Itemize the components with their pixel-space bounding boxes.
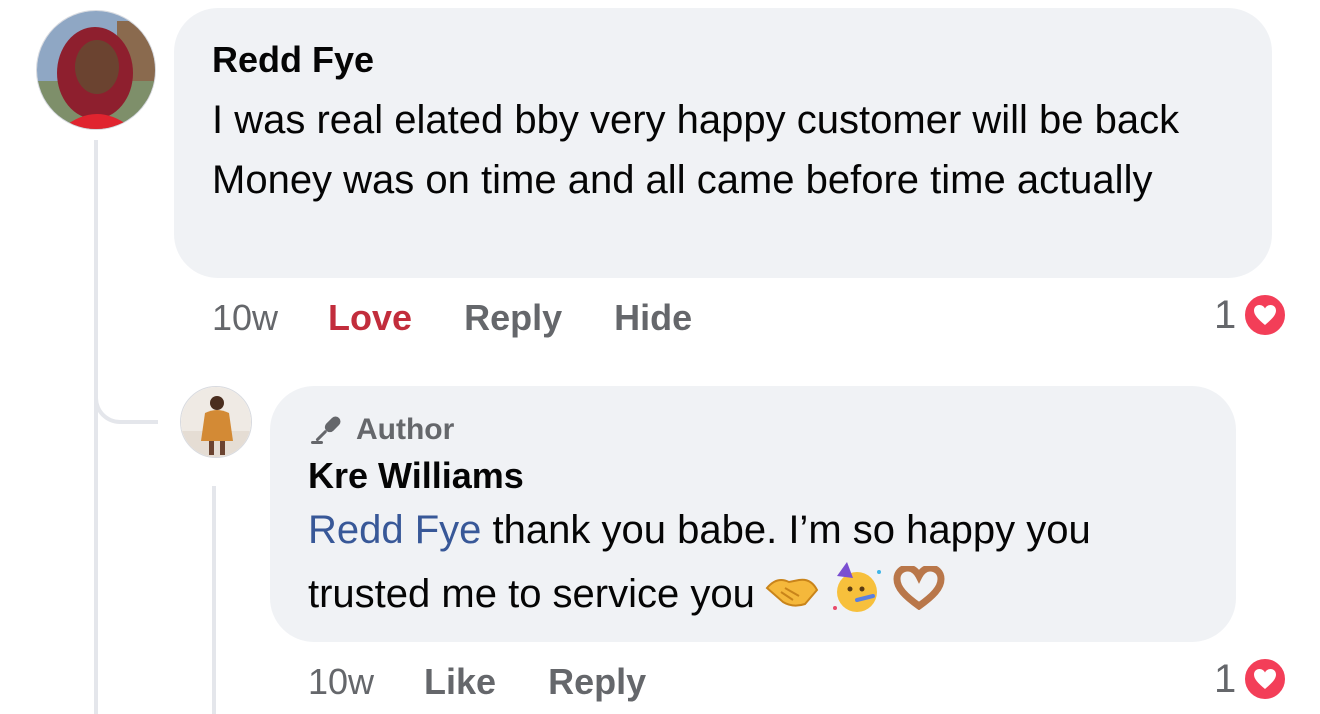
avatar[interactable] [36,10,156,130]
avatar-photo [37,11,155,129]
reaction-count: 1 [1214,656,1237,701]
avatar[interactable] [180,386,252,458]
reply-text: Redd Fye thank you babe. I’m so happy yo… [308,500,1208,633]
heart-hands-emoji [891,564,947,627]
comment-text: I was real elated bby very happy custome… [212,98,1180,202]
reaction-summary[interactable]: 1 [1214,656,1289,702]
author-badge: Author [308,412,1198,448]
handshake-emoji [763,567,819,627]
thread-reply-connector [94,350,158,424]
reply-button[interactable]: Reply [464,297,562,339]
like-button[interactable]: Like [424,661,496,703]
comment-bubble: Redd Fye I was real elated bby very happ… [174,8,1272,278]
partying-face-emoji [827,560,883,633]
comment-timestamp[interactable]: 10w [212,297,278,339]
thread-line [94,140,98,714]
love-reaction-button[interactable]: Love [328,297,412,339]
heart-icon [1242,292,1289,338]
reply-button[interactable]: Reply [548,661,646,703]
author-badge-label: Author [356,413,455,446]
reply-timestamp[interactable]: 10w [308,661,374,703]
mention-link[interactable]: Redd Fye [308,508,481,552]
reply-actions: 10w Like Reply [308,657,698,707]
reaction-count: 1 [1214,292,1237,337]
avatar-photo [181,387,251,457]
heart-icon [1242,656,1289,702]
reply-thread-line [212,486,216,714]
reaction-summary[interactable]: 1 [1214,292,1289,338]
reply-bubble: Author Kre Williams Redd Fye thank you b… [270,386,1236,642]
hide-button[interactable]: Hide [614,297,692,339]
comment-actions: 10w Love Reply Hide [212,293,744,343]
reply-author-name[interactable]: Kre Williams [308,454,1198,498]
microphone-icon [311,416,341,444]
comment-author-name[interactable]: Redd Fye [212,38,1234,82]
